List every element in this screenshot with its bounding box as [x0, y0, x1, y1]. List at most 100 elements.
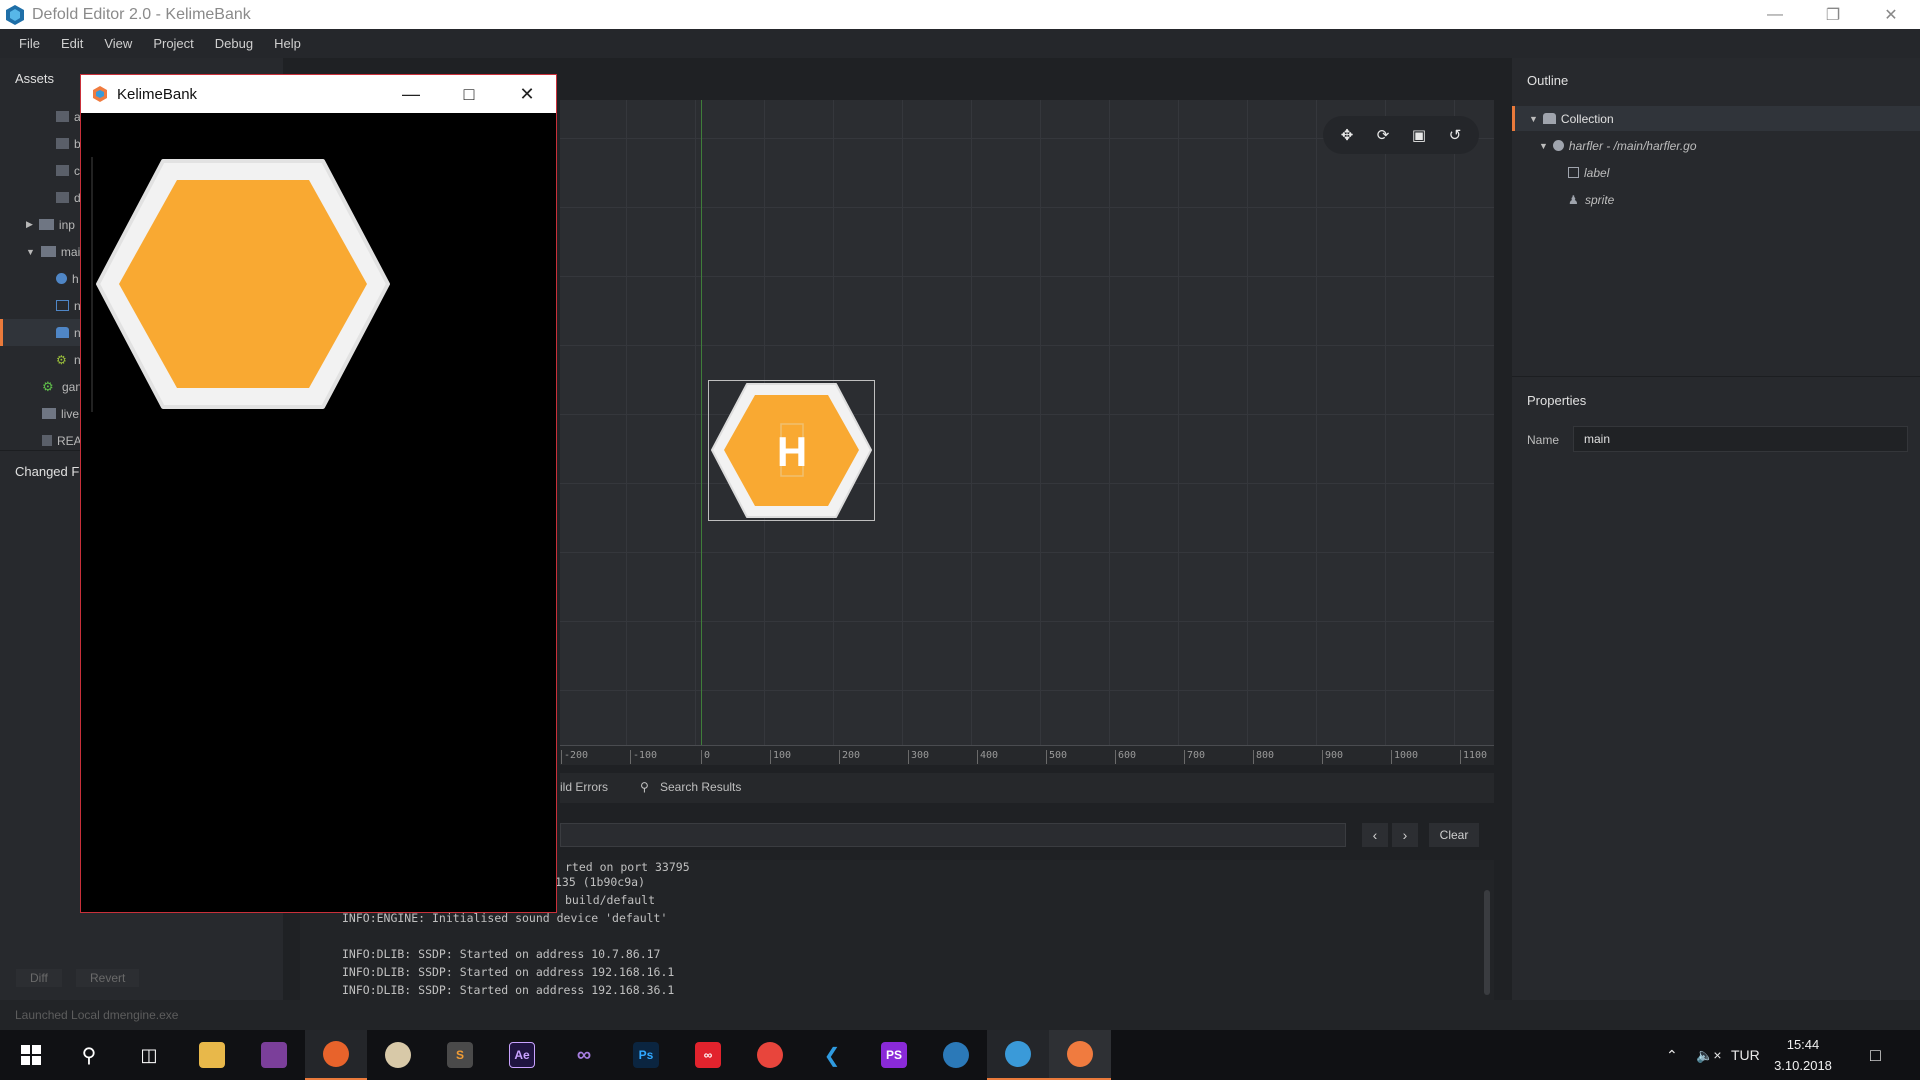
defold-icon	[1005, 1041, 1031, 1067]
move-tool-icon[interactable]: ✥	[1334, 122, 1360, 148]
gear-icon: ⚙	[56, 352, 67, 367]
search-icon: ⚲	[640, 780, 649, 794]
asset-item[interactable]: ⚙ gan	[42, 373, 82, 400]
show-hidden-icons-button[interactable]: ⌃	[1666, 1030, 1678, 1080]
hexagon-sprite: H	[711, 383, 872, 518]
scene-viewport[interactable]: ✥ ⟳ ▣ ↺ H -200 -100 0 100 200 300 400 50…	[560, 100, 1494, 765]
outline-item-label[interactable]: label	[1568, 160, 1609, 185]
revert-button[interactable]: Revert	[76, 969, 140, 987]
task-view-icon: ◫	[140, 1044, 158, 1065]
asset-item[interactable]: h	[56, 265, 79, 292]
ruler-tick: 1100	[1460, 750, 1487, 764]
asset-item[interactable]: n	[56, 292, 81, 319]
image-icon	[56, 300, 69, 311]
asset-folder-input[interactable]: ▶ inp	[26, 211, 75, 238]
menu-file[interactable]: File	[19, 36, 40, 51]
action-center-button[interactable]: □	[1870, 1030, 1881, 1080]
ruler-tick: 200	[839, 750, 860, 764]
title-bar: Defold Editor 2.0 - KelimeBank — ❐ ✕	[0, 0, 1920, 29]
collection-icon	[1542, 113, 1556, 124]
taskbar-app[interactable]	[305, 1030, 367, 1080]
task-view-button[interactable]: ◫	[118, 1030, 180, 1080]
gameobject-icon	[56, 273, 67, 284]
chevron-down-icon[interactable]: ▼	[1529, 114, 1538, 124]
game-window-title: KelimeBank	[117, 85, 198, 103]
defold-icon	[943, 1042, 969, 1068]
taskbar-app[interactable]: Ps	[615, 1030, 677, 1080]
rotate-tool-icon[interactable]: ⟳	[1370, 122, 1396, 148]
taskbar-app[interactable]	[367, 1030, 429, 1080]
selected-sprite-bounds[interactable]: H	[708, 380, 875, 521]
taskbar-app[interactable]: PS	[863, 1030, 925, 1080]
status-bar: Launched Local dmengine.exe	[0, 1000, 1920, 1030]
console-line: INFO:DLIB: SSDP: Started on address 192.…	[342, 965, 675, 979]
chevron-right-icon[interactable]: ▶	[26, 219, 33, 230]
y-axis-line	[701, 100, 702, 745]
taskbar-app[interactable]	[739, 1030, 801, 1080]
restore-button[interactable]: ❐	[1804, 0, 1862, 29]
asset-folder-main[interactable]: ▼ mai	[26, 238, 80, 265]
tab-build-errors[interactable]: ild Errors	[560, 780, 608, 794]
magnifier-app-icon	[385, 1042, 411, 1068]
property-name-input[interactable]: main	[1573, 426, 1908, 452]
outline-item-sprite[interactable]: ♟ sprite	[1568, 187, 1614, 212]
visual-studio-icon: ∞	[576, 1043, 592, 1066]
console-line: INFO:DLIB: SSDP: Started on address 192.…	[342, 983, 675, 997]
clear-button[interactable]: Clear	[1429, 823, 1479, 847]
game-window[interactable]: KelimeBank — □ ✕	[80, 74, 557, 913]
volume-button[interactable]: 🔈×	[1696, 1030, 1722, 1080]
close-button[interactable]: ✕	[1862, 0, 1920, 29]
scale-tool-icon[interactable]: ▣	[1406, 122, 1432, 148]
menu-debug[interactable]: Debug	[215, 36, 253, 51]
asset-item[interactable]: d	[56, 184, 81, 211]
taskbar-app[interactable]	[1049, 1030, 1111, 1080]
chevron-down-icon[interactable]: ▼	[1539, 141, 1548, 151]
game-close-button[interactable]: ✕	[498, 75, 556, 113]
menu-help[interactable]: Help	[274, 36, 301, 51]
console-tabs: ild Errors ⚲ Search Results	[560, 773, 1494, 803]
taskbar-clock[interactable]: 15:44 3.10.2018	[1758, 1034, 1848, 1076]
console-line: INFO:DLIB: SSDP: Started on address 10.7…	[342, 947, 661, 961]
taskbar-app[interactable]	[925, 1030, 987, 1080]
puzzle-icon	[42, 408, 56, 419]
camera-tool-icon[interactable]: ↺	[1442, 122, 1468, 148]
notification-icon: □	[1870, 1044, 1881, 1065]
menu-view[interactable]: View	[104, 36, 132, 51]
game-minimize-button[interactable]: —	[382, 75, 440, 113]
chevron-down-icon[interactable]: ▼	[26, 247, 35, 257]
console-scrollbar[interactable]	[1484, 890, 1490, 995]
ruler-tick: 500	[1046, 750, 1067, 764]
ruler-tick: 800	[1253, 750, 1274, 764]
taskbar-app[interactable]: S	[429, 1030, 491, 1080]
asset-item[interactable]: c	[56, 157, 80, 184]
console-filter-input[interactable]	[560, 823, 1346, 847]
diff-button[interactable]: Diff	[16, 969, 62, 987]
game-maximize-button[interactable]: □	[440, 75, 498, 113]
asset-item[interactable]: b	[56, 130, 81, 157]
taskbar-app[interactable]	[987, 1030, 1049, 1080]
taskbar-app[interactable]: ∞	[553, 1030, 615, 1080]
taskbar-app[interactable]	[181, 1030, 243, 1080]
previous-match-button[interactable]: ‹	[1362, 823, 1388, 847]
taskbar-app[interactable]: Ae	[491, 1030, 553, 1080]
search-button[interactable]: ⚲	[58, 1030, 120, 1080]
changed-files-title: Changed Fil	[15, 464, 86, 479]
chevron-up-icon: ⌃	[1666, 1046, 1678, 1063]
menu-edit[interactable]: Edit	[61, 36, 83, 51]
window-title: Defold Editor 2.0 - KelimeBank	[32, 5, 251, 23]
tab-search-results[interactable]: Search Results	[660, 780, 741, 794]
asset-item[interactable]: a	[56, 103, 81, 130]
outline-item-collection[interactable]: ▼ Collection	[1512, 106, 1920, 131]
outline-item-gameobject[interactable]: ▼ harfler - /main/harfler.go	[1539, 133, 1697, 158]
taskbar-app[interactable]: ❮	[801, 1030, 863, 1080]
taskbar-app[interactable]: ∞	[677, 1030, 739, 1080]
input-language-indicator[interactable]: TUR	[1731, 1030, 1760, 1080]
asset-item[interactable]: ⚙ n	[56, 346, 81, 373]
minimize-button[interactable]: —	[1746, 0, 1804, 29]
next-match-button[interactable]: ›	[1392, 823, 1418, 847]
menu-project[interactable]: Project	[153, 36, 193, 51]
game-window-titlebar[interactable]: KelimeBank — □ ✕	[81, 75, 556, 113]
asset-item[interactable]: live	[42, 400, 79, 427]
taskbar-app[interactable]	[243, 1030, 305, 1080]
start-button[interactable]	[0, 1030, 62, 1080]
